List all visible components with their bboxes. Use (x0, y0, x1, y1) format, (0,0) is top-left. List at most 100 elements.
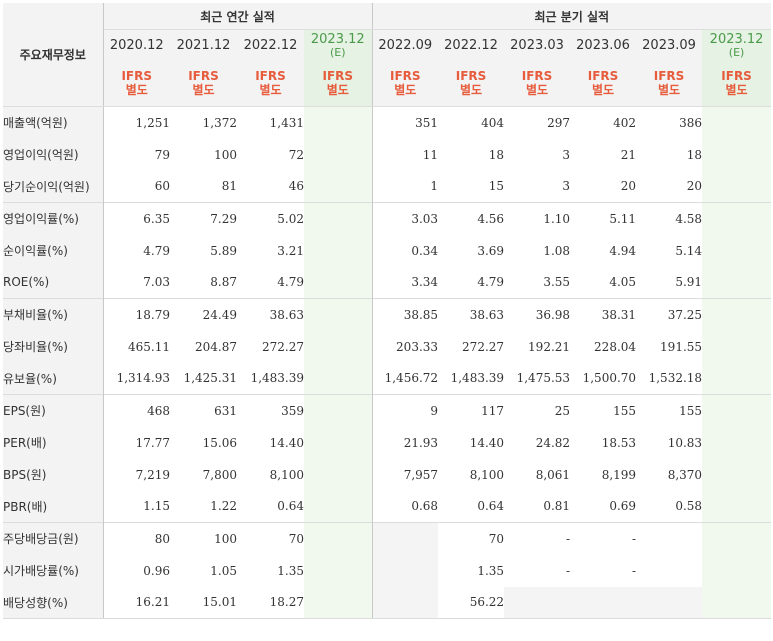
quarterly-value-cell: 18 (488, 147, 505, 162)
row-label: 순이익률(%) (3, 234, 104, 267)
quarterly-group-header: 최근 분기 실적 (372, 3, 772, 30)
annual-value-cell: 100 (214, 147, 237, 162)
quarterly-value-cell (702, 522, 772, 555)
quarterly-value-cell: 11 (422, 147, 439, 162)
quarterly-period-header: 2023.03 (504, 29, 571, 60)
quarterly-value-cell: - (631, 563, 637, 578)
annual-value-cell: 0.96 (143, 563, 170, 578)
ifrs-basis-header: IFRS 별도 (170, 60, 237, 107)
quarterly-value-cell: 192.21 (528, 339, 571, 354)
table-row: PBR(배) 1.15 1.22 0.64 0.68 0.64 0.81 0.69 0.58 (3, 490, 772, 523)
quarterly-value-cell: 21 (620, 147, 637, 162)
annual-value-cell (304, 426, 373, 459)
table-row: 영업이익률(%) 6.35 7.29 5.02 3.03 4.56 1.10 5.11 4.58 (3, 202, 772, 235)
quarterly-value-cell (702, 106, 772, 139)
quarterly-value-cell (702, 490, 772, 523)
annual-value-cell (304, 138, 373, 171)
annual-value-cell: 5.89 (210, 243, 237, 258)
ifrs-label: IFRS (587, 69, 619, 83)
quarterly-value-cell: 203.33 (396, 339, 439, 354)
table-row: 유보율(%) 1,314.93 1,425.31 1,483.39 1,456.72 1,… (3, 362, 772, 395)
quarterly-value-cell (636, 586, 703, 619)
annual-period-header: 2022.12 (237, 29, 304, 60)
annual-value-cell (304, 362, 373, 395)
quarterly-value-cell (636, 555, 702, 587)
annual-value-cell: 1,251 (135, 115, 170, 130)
annual-period-header: 2020.12 (103, 29, 170, 60)
quarterly-value-cell: 24.82 (535, 435, 571, 450)
annual-value-cell (304, 106, 373, 139)
row-label: 배당성향(%) (3, 586, 104, 619)
quarterly-value-cell: 38.85 (372, 298, 439, 331)
quarterly-value-cell: 404 (481, 115, 505, 130)
annual-value-cell: 70 (237, 522, 304, 555)
quarterly-value-cell (636, 522, 703, 555)
quarterly-value-cell: 4.05 (609, 275, 637, 290)
ifrs-label: IFRS (188, 69, 219, 83)
annual-value-cell: 1,372 (202, 115, 237, 130)
annual-value-cell: 18.79 (103, 298, 170, 331)
quarterly-value-cell: 8,100 (469, 467, 505, 482)
quarterly-value-cell: 20 (620, 179, 637, 194)
row-label: 당기순이익(억원) (3, 170, 104, 203)
ifrs-label: IFRS (322, 69, 354, 83)
quarterly-value-cell (702, 362, 772, 395)
quarterly-value-cell: 0.68 (411, 499, 439, 514)
ifrs-label: IFRS (653, 69, 685, 83)
quarterly-value-cell: - (504, 522, 571, 555)
quarterly-value-cell (702, 458, 772, 491)
quarterly-value-cell: 4.58 (636, 202, 703, 235)
annual-value-cell: 15.06 (202, 435, 237, 450)
separate-label: 별도 (125, 83, 148, 97)
quarterly-value-cell: 37.25 (636, 298, 703, 331)
table-row: 부채비율(%) 18.79 24.49 38.63 38.85 38.63 36.98 38.… (3, 298, 772, 331)
annual-value-cell: 5.02 (237, 202, 304, 235)
quarterly-value-cell: 56.22 (438, 586, 505, 619)
annual-value-cell (304, 490, 373, 523)
quarterly-value-cell: 0.34 (411, 243, 439, 258)
annual-value-cell: 24.49 (170, 298, 237, 331)
quarterly-value-cell (702, 330, 772, 363)
annual-value-cell: 7.29 (170, 202, 237, 235)
quarterly-value-cell: 8,061 (535, 467, 571, 482)
period-label: 2023.12 (709, 32, 764, 47)
ifrs-label: IFRS (455, 69, 487, 83)
annual-value-cell: 1.05 (210, 563, 237, 578)
annual-value-cell: 80 (103, 522, 170, 555)
ifrs-label: IFRS (721, 69, 752, 83)
row-label: PBR(배) (3, 490, 104, 523)
table-row: EPS(원) 468 631 359 9 117 25 155 155 (3, 394, 772, 427)
annual-value-cell: 468 (103, 394, 170, 427)
quarterly-period-header: 2022.09 (372, 29, 439, 60)
financial-summary-table: 주요재무정보 최근 연간 실적 최근 분기 실적 2020.12 2021.12 2… (3, 3, 772, 619)
annual-value-cell: 1.22 (210, 499, 237, 514)
quarterly-value-cell: 5.11 (570, 202, 637, 235)
quarterly-value-cell (702, 170, 772, 203)
row-label: BPS(원) (3, 458, 104, 491)
ifrs-label: IFRS (255, 69, 286, 83)
separate-label: 별도 (460, 83, 483, 97)
quarterly-period-header: 2023.12 (E) (702, 29, 772, 60)
quarterly-value-cell: - (565, 563, 571, 578)
quarterly-value-cell: - (570, 522, 637, 555)
ifrs-basis-header: IFRS 별도 (103, 60, 170, 107)
annual-value-cell: 46 (288, 179, 304, 194)
ifrs-basis-header: IFRS 별도 (372, 60, 439, 107)
quarterly-value-cell: 18.53 (601, 435, 637, 450)
annual-value-cell (304, 522, 373, 555)
row-label: 유보율(%) (3, 362, 104, 395)
row-label: 당좌비율(%) (3, 330, 104, 363)
annual-value-cell: 72 (288, 147, 304, 162)
period-label: 2023.03 (510, 37, 564, 53)
quarterly-value-cell: 117 (438, 394, 505, 427)
table-row: 당기순이익(억원) 60 81 46 1 15 3 20 20 (3, 170, 772, 203)
annual-value-cell: 4.79 (277, 275, 304, 290)
table-row: 배당성향(%) 16.21 15.01 18.27 56.22 (3, 586, 772, 619)
annual-value-cell (304, 458, 373, 491)
quarterly-value-cell: 3 (562, 147, 571, 162)
ifrs-basis-header: IFRS 별도 (702, 60, 772, 107)
annual-value-cell: 1,314.93 (116, 371, 170, 386)
row-label: EPS(원) (3, 394, 104, 427)
quarterly-value-cell (570, 586, 637, 619)
annual-period-header: 2023.12 (E) (304, 29, 373, 60)
